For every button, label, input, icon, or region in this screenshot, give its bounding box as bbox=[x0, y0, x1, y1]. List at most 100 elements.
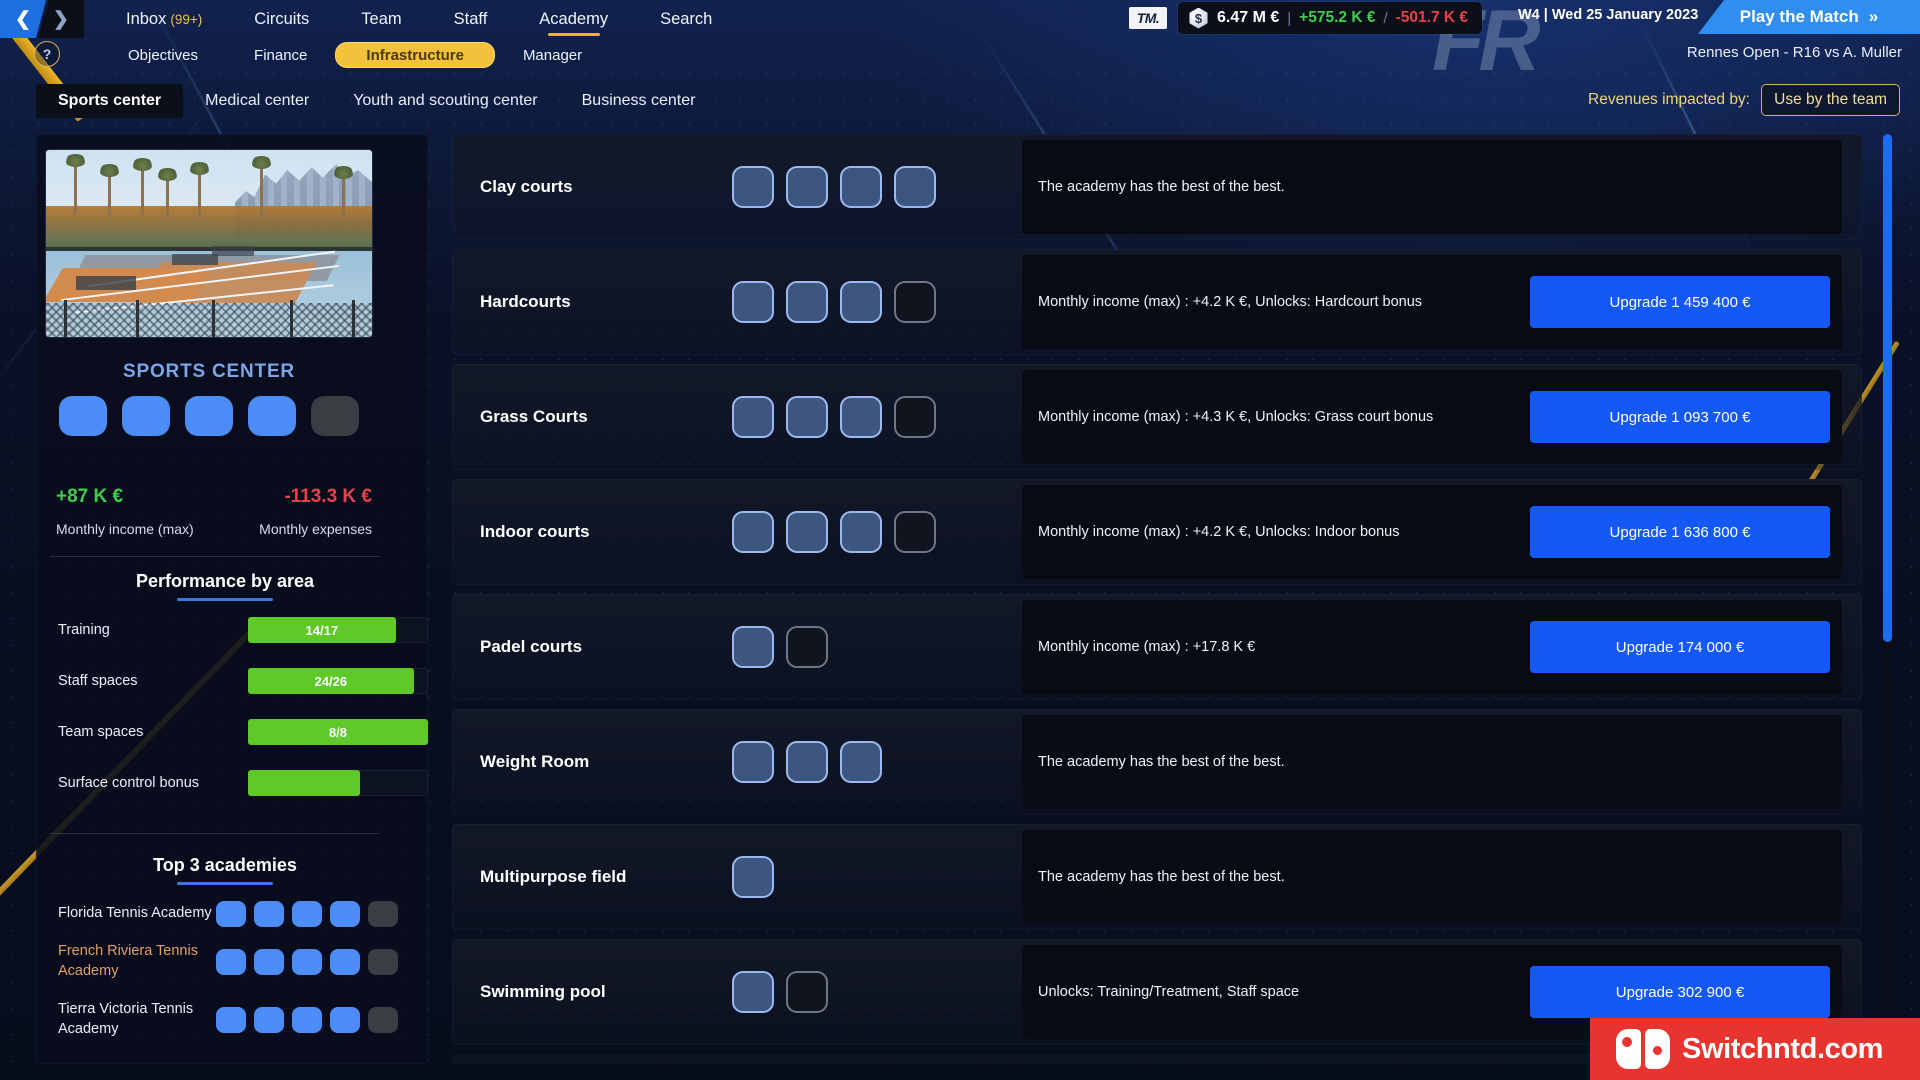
upgrade-button[interactable]: Upgrade 174 000 € bbox=[1530, 621, 1830, 673]
facility-description: The academy has the best of the best. bbox=[1038, 869, 1285, 885]
upgrade-button[interactable]: Upgrade 1 636 800 € bbox=[1530, 506, 1830, 558]
facility-name: Hardcourts bbox=[480, 292, 571, 311]
level-pip-filled bbox=[216, 901, 246, 927]
facility-info-panel: Monthly income (max) : +17.8 K € Upgrade… bbox=[1022, 600, 1842, 694]
level-box-filled bbox=[732, 741, 774, 783]
facility-level-indicator bbox=[732, 741, 882, 783]
subnav-item-manager[interactable]: Manager bbox=[495, 43, 610, 67]
level-pip-filled bbox=[216, 948, 246, 975]
nav-item-search[interactable]: Search bbox=[634, 0, 738, 38]
facility-description: Unlocks: Training/Treatment, Staff space bbox=[1038, 984, 1300, 1000]
subnav-items: Objectives Finance Infrastructure Manage… bbox=[100, 38, 610, 72]
nav-item-label: Circuits bbox=[254, 9, 310, 28]
tab-sports-center[interactable]: Sports center bbox=[36, 84, 184, 118]
facility-description: The academy has the best of the best. bbox=[1038, 179, 1285, 195]
subnav-item-finance[interactable]: Finance bbox=[226, 43, 335, 67]
level-pip-filled bbox=[59, 396, 107, 436]
level-pip-empty bbox=[368, 1006, 398, 1033]
double-chevron-right-icon: » bbox=[1868, 7, 1879, 26]
academy-row-tierra-victoria[interactable]: Tierra Victoria Tennis Academy bbox=[58, 1000, 398, 1039]
top-academies-title: Top 3 academies bbox=[153, 855, 297, 875]
watermark-text: Switchntd.com bbox=[1682, 1032, 1884, 1065]
nav-item-academy[interactable]: Academy bbox=[513, 0, 634, 38]
upgrade-button[interactable]: Upgrade 302 900 € bbox=[1530, 966, 1830, 1018]
level-box-filled bbox=[786, 511, 828, 553]
facility-name: Indoor courts bbox=[480, 522, 590, 541]
facility-description: Monthly income (max) : +4.2 K €, Unlocks… bbox=[1038, 524, 1400, 540]
level-pip-filled bbox=[330, 901, 360, 927]
panel-divider bbox=[50, 556, 380, 557]
facility-level-indicator bbox=[732, 166, 936, 208]
facility-level-indicator bbox=[732, 971, 828, 1013]
finance-labels-row: Monthly income (max) Monthly expenses bbox=[56, 521, 372, 537]
chevron-left-icon[interactable]: ❮ bbox=[0, 0, 46, 38]
photo-fence-post bbox=[136, 299, 139, 337]
photo-palm-tree bbox=[99, 164, 120, 216]
level-pip-filled bbox=[185, 396, 233, 436]
facility-row-hardcourts[interactable]: Hardcourts Monthly income (max) : +4.2 K… bbox=[452, 249, 1862, 355]
revenues-impacted-select[interactable]: Use by the team bbox=[1761, 84, 1900, 116]
money-total: 6.47 M € bbox=[1217, 9, 1280, 26]
upgrade-button[interactable]: Upgrade 1 093 700 € bbox=[1530, 391, 1830, 443]
level-box-empty bbox=[894, 511, 936, 553]
help-icon[interactable]: ? bbox=[34, 41, 60, 67]
facility-info-panel: The academy has the best of the best. bbox=[1022, 140, 1842, 234]
level-box-filled bbox=[732, 166, 774, 208]
facility-info-panel: The academy has the best of the best. bbox=[1022, 715, 1842, 809]
play-the-match-button[interactable]: Play the Match » bbox=[1698, 0, 1920, 34]
tennis-courts-photo bbox=[46, 150, 372, 337]
photo-palm-tree bbox=[157, 168, 178, 218]
performance-value: 14/17 bbox=[305, 622, 339, 638]
scrollbar-track[interactable] bbox=[1883, 134, 1892, 1064]
game-screen: ❮ ❯ Inbox (99+) Circuits Team Staff Acad… bbox=[0, 0, 1920, 1080]
facility-row-multipurpose-field[interactable]: Multipurpose field The academy has the b… bbox=[452, 824, 1862, 930]
level-pip-filled bbox=[292, 948, 322, 975]
facility-row-padel-courts[interactable]: Padel courts Monthly income (max) : +17.… bbox=[452, 594, 1862, 700]
finance-summary[interactable]: $ 6.47 M € | +575.2 K € / -501.7 K € bbox=[1178, 2, 1483, 34]
facility-row-indoor-courts[interactable]: Indoor courts Monthly income (max) : +4.… bbox=[452, 479, 1862, 585]
facility-info-panel: Monthly income (max) : +4.2 K €, Unlocks… bbox=[1022, 255, 1842, 349]
monthly-income-value: +87 K € bbox=[56, 486, 124, 507]
nav-item-staff[interactable]: Staff bbox=[428, 0, 514, 38]
tab-medical-center[interactable]: Medical center bbox=[183, 84, 331, 118]
inbox-count-badge: (99+) bbox=[170, 11, 203, 27]
photo-fence-post bbox=[64, 299, 67, 337]
subnav-item-objectives[interactable]: Objectives bbox=[100, 43, 226, 67]
nav-item-inbox[interactable]: Inbox (99+) bbox=[100, 0, 228, 38]
performance-fill: 14/17 bbox=[248, 617, 396, 643]
photo-palm-tree bbox=[251, 156, 272, 218]
tab-business-center[interactable]: Business center bbox=[560, 84, 718, 118]
facility-row-grass-courts[interactable]: Grass Courts Monthly income (max) : +4.3… bbox=[452, 364, 1862, 470]
upgrade-button[interactable]: Upgrade 1 459 400 € bbox=[1530, 276, 1830, 328]
subnav-item-infrastructure[interactable]: Infrastructure bbox=[335, 42, 495, 68]
nav-item-label: Staff bbox=[453, 9, 488, 28]
level-pip-filled bbox=[248, 396, 296, 436]
nav-items: Inbox (99+) Circuits Team Staff Academy … bbox=[100, 0, 738, 38]
photo-near-fence bbox=[46, 303, 372, 337]
photo-net bbox=[212, 246, 254, 256]
facility-row-weight-room[interactable]: Weight Room The academy has the best of … bbox=[452, 709, 1862, 815]
level-pip-filled bbox=[122, 396, 170, 436]
performance-value: 24/26 bbox=[314, 673, 348, 689]
scrollbar-thumb[interactable] bbox=[1883, 134, 1892, 642]
level-box-filled bbox=[732, 856, 774, 898]
nav-item-team[interactable]: Team bbox=[335, 0, 427, 38]
facility-row-clay-courts[interactable]: Clay courts The academy has the best of … bbox=[452, 134, 1862, 240]
facility-name: Weight Room bbox=[480, 752, 590, 771]
performance-label: Surface control bonus bbox=[58, 775, 200, 791]
tab-youth-scouting-center[interactable]: Youth and scouting center bbox=[331, 84, 559, 118]
chevron-right-icon[interactable]: ❯ bbox=[38, 0, 84, 38]
nav-item-circuits[interactable]: Circuits bbox=[228, 0, 335, 38]
facility-description: Monthly income (max) : +17.8 K € bbox=[1038, 639, 1256, 655]
revenues-impacted-value: Use by the team bbox=[1774, 91, 1887, 108]
level-box-filled bbox=[732, 281, 774, 323]
facility-description: Monthly income (max) : +4.3 K €, Unlocks… bbox=[1038, 409, 1434, 425]
academy-row-french-riviera[interactable]: French Riviera Tennis Academy bbox=[58, 942, 398, 981]
level-box-filled bbox=[840, 741, 882, 783]
level-pip-filled bbox=[292, 1006, 322, 1033]
nintendo-switch-icon bbox=[1616, 1029, 1670, 1069]
level-box-filled bbox=[840, 396, 882, 438]
academy-row-florida[interactable]: Florida Tennis Academy bbox=[58, 901, 398, 927]
level-pip-empty bbox=[368, 948, 398, 975]
sports-center-level-indicator bbox=[46, 396, 372, 436]
